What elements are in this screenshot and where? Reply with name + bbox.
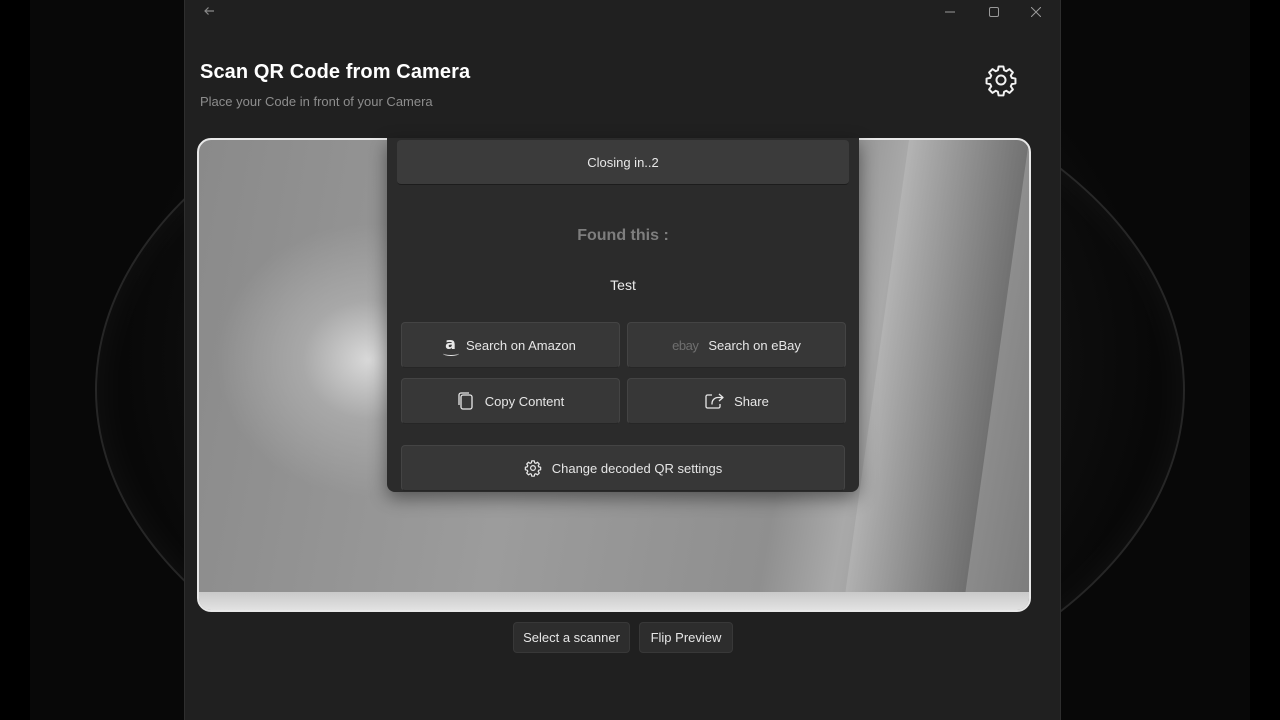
page-subtitle: Place your Code in front of your Camera [200,94,433,109]
change-qr-settings-button[interactable]: Change decoded QR settings [401,445,845,491]
change-qr-settings-label: Change decoded QR settings [551,460,723,476]
closing-countdown: Closing in..2 [397,140,849,185]
share-label: Share [734,393,769,409]
select-scanner-button[interactable]: Select a scanner [513,622,630,653]
copy-content-button[interactable]: Copy Content [401,378,620,424]
ebay-icon: ebay [672,337,699,353]
maximize-icon[interactable] [972,0,1016,24]
search-ebay-label: Search on eBay [708,337,801,353]
share-button[interactable]: Share [627,378,846,424]
search-amazon-label: Search on Amazon [465,337,576,353]
search-amazon-button[interactable]: a Search on Amazon [401,322,620,368]
page-title: Scan QR Code from Camera [200,61,471,83]
letterbox-left [0,0,30,720]
settings-button[interactable] [982,61,1020,99]
found-label: Found this : [577,227,669,244]
copy-icon [457,391,475,411]
close-icon[interactable] [1014,0,1058,24]
copy-content-label: Copy Content [484,393,565,409]
back-arrow-icon[interactable] [199,2,219,22]
minimize-icon[interactable] [928,0,972,24]
found-value: Test [610,277,636,293]
letterbox-right [1250,0,1280,720]
share-icon [704,392,724,410]
preview-floor [199,592,1029,610]
preview-wall-shade [842,140,1029,610]
amazon-icon: a [443,333,459,356]
gear-icon [984,63,1018,97]
search-ebay-button[interactable]: ebay Search on eBay [627,322,846,368]
flip-preview-button[interactable]: Flip Preview [639,622,733,653]
app-window: Scan QR Code from Camera Place your Code… [184,0,1061,720]
gear-icon [524,459,542,477]
scan-result-panel: Closing in..2 Found this : Test a Search… [387,138,859,492]
title-bar [185,0,1060,26]
